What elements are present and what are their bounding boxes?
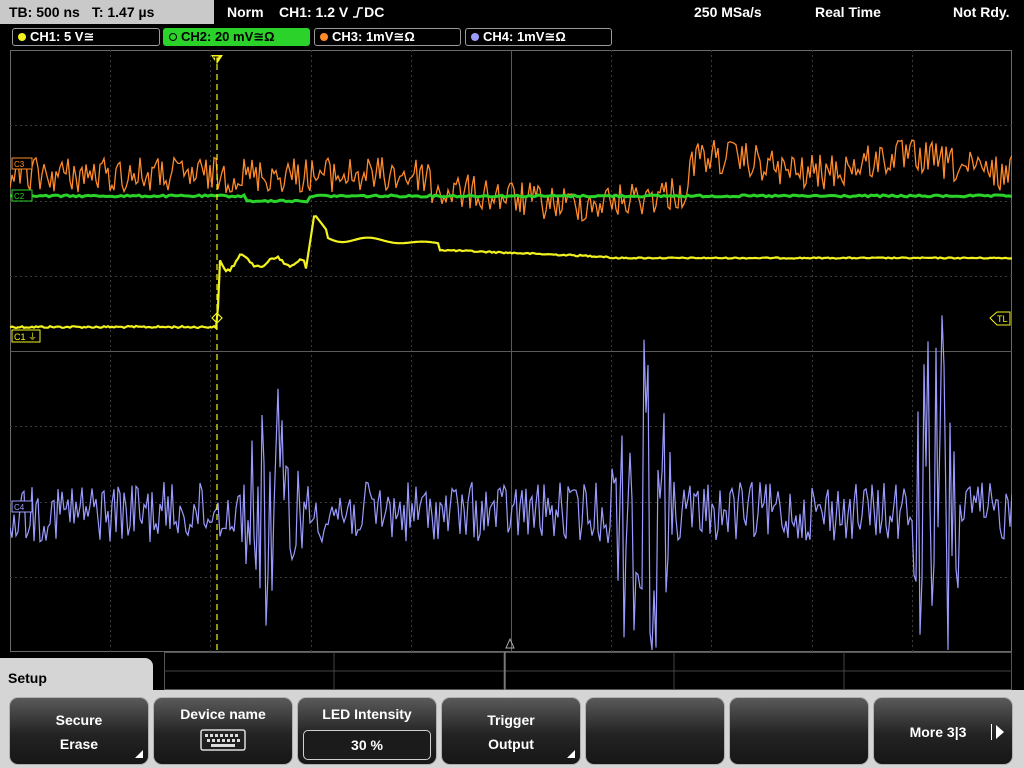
ch3-label: CH3: 1mV — [332, 29, 394, 44]
secure-erase-label-2: Erase — [59, 736, 99, 752]
trigger-mode[interactable]: Norm — [227, 0, 264, 24]
trigger-source-level: CH1: 1.2 V — [279, 4, 349, 20]
ground-icon: ⏚ — [28, 332, 37, 342]
submenu-corner-icon — [567, 750, 575, 758]
ch4-color-dot — [471, 33, 479, 41]
ch2-color-dot — [169, 33, 177, 41]
channel-tab-ch1[interactable]: CH1: 5 V≅ — [12, 28, 160, 46]
arrow-right-icon — [996, 725, 1004, 739]
ch2-marker-label: C2 — [14, 192, 25, 201]
acquisition-status: Not Rdy. — [953, 4, 1010, 20]
graticule — [10, 50, 1012, 652]
timebase-box[interactable]: TB: 500 ns T: 1.47 µs — [0, 0, 214, 24]
ch1-color-dot — [18, 33, 26, 41]
rising-edge-icon — [353, 7, 364, 18]
ch4-offset-marker[interactable]: C4 — [11, 500, 33, 513]
ch2-label: CH2: 20 mV — [181, 29, 254, 44]
keyboard-icon — [200, 729, 246, 751]
led-intensity-label: LED Intensity — [322, 706, 412, 722]
device-name-button[interactable]: Device name — [153, 697, 293, 765]
trigger-position-marker[interactable]: T — [211, 55, 223, 65]
ch4-coupling: ≅Ω — [544, 29, 566, 44]
led-intensity-button[interactable]: LED Intensity 30 % — [297, 697, 437, 765]
acquisition-mode[interactable]: Real Time — [815, 0, 881, 24]
ch4-marker-label: C4 — [14, 503, 25, 512]
trigger-output-label-1: Trigger — [487, 712, 535, 728]
trigger-output-label-2: Output — [488, 736, 534, 752]
ch2-offset-marker[interactable]: C2 — [11, 189, 33, 202]
channel-tab-ch2[interactable]: CH2: 20 mV≅Ω — [163, 28, 310, 46]
secure-erase-button[interactable]: Secure Erase — [9, 697, 149, 765]
submenu-corner-icon — [135, 750, 143, 758]
ch3-offset-marker[interactable]: C3 — [11, 157, 33, 170]
more-menu-label: More 3|3 — [909, 724, 967, 740]
softkey-empty-5[interactable] — [585, 697, 725, 765]
trigger-pos-label: T — [213, 55, 219, 65]
ch1-marker-label: C1 — [14, 332, 26, 342]
ch4-label: CH4: 1mV — [483, 29, 545, 44]
channel-tab-ch3[interactable]: CH3: 1mV≅Ω — [314, 28, 461, 46]
center-reference-icon — [505, 637, 515, 649]
timebase-value: TB: 500 ns — [9, 4, 80, 20]
more-menu-button[interactable]: More 3|3 — [873, 697, 1013, 765]
status-bar: TB: 500 ns T: 1.47 µs Norm CH1: 1.2 V DC … — [0, 0, 1024, 24]
setup-menu-title: Setup — [0, 658, 153, 698]
trigger-level-marker[interactable]: TL — [989, 311, 1011, 326]
ch3-coupling: ≅Ω — [393, 29, 415, 44]
ch1-coupling: ≅ — [83, 29, 95, 44]
ch1-label: CH1: 5 V — [30, 29, 84, 44]
ch3-color-dot — [320, 33, 328, 41]
trigger-output-button[interactable]: Trigger Output — [441, 697, 581, 765]
trigger-coupling: DC — [364, 4, 385, 20]
ch2-coupling: ≅Ω — [253, 29, 275, 44]
ch1-offset-marker[interactable]: C1 ⏚ — [11, 329, 41, 343]
trigger-info[interactable]: CH1: 1.2 V DC — [279, 0, 384, 24]
waveform-display[interactable]: T C1 ⏚ C3 C2 C4 TL — [10, 50, 1012, 652]
device-name-label: Device name — [180, 706, 266, 722]
ch3-marker-label: C3 — [14, 160, 25, 169]
channel-tab-ch4[interactable]: CH4: 1mV≅Ω — [465, 28, 612, 46]
trigger-level-label: TL — [997, 314, 1008, 324]
trigger-time-value: T: 1.47 µs — [91, 4, 155, 20]
overview-strip — [164, 652, 1012, 690]
sample-rate: 250 MSa/s — [694, 4, 762, 20]
softkey-empty-6[interactable] — [729, 697, 869, 765]
secure-erase-label-1: Secure — [55, 712, 103, 728]
led-intensity-value: 30 % — [303, 730, 431, 760]
